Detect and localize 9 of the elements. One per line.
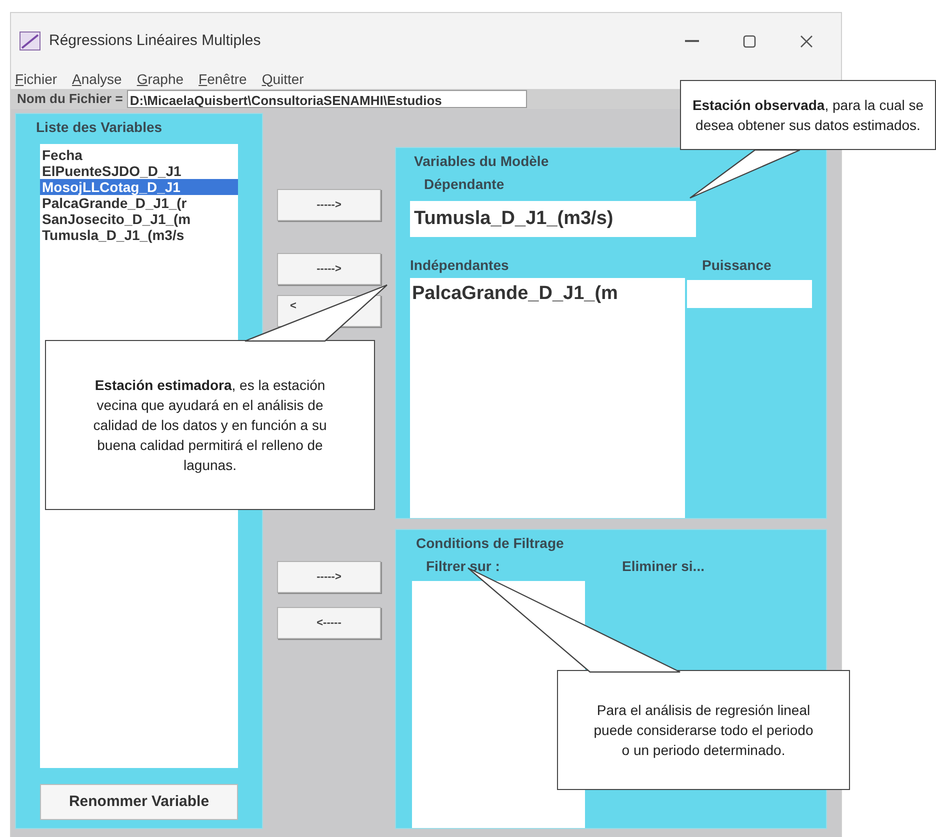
callout-text: Estación observada, para la cual se desea obtener sus datos estimados.: [691, 96, 925, 135]
callout-text: Estación estimadora, es la estación vecina que ayudará en el análisis de calidad de los datos y en función a su buena calidad permitirá el relleno de lagunas.: [92, 376, 328, 475]
file-name-label: Nom du Fichier =: [17, 90, 123, 108]
callout-text: Para el análisis de regresión lineal puede considerarse todo el periodo o un periodo determinado.: [592, 701, 814, 760]
power-label: Puissance: [702, 256, 772, 275]
eliminate-label: Eliminer si...: [622, 557, 704, 576]
window-title: Régressions Linéaires Multiples: [49, 30, 261, 51]
independent-label: Indépendantes: [410, 256, 510, 275]
dependent-label: Dépendante: [424, 175, 506, 194]
